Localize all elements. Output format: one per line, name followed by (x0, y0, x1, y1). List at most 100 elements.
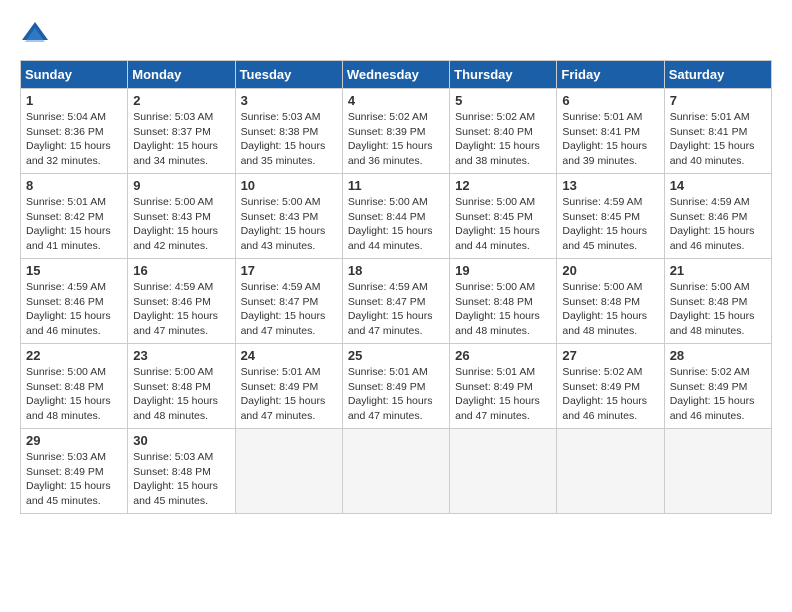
day-number: 12 (455, 178, 551, 193)
calendar-cell: 25 Sunrise: 5:01 AMSunset: 8:49 PMDaylig… (342, 344, 449, 429)
day-info: Sunrise: 5:00 AMSunset: 8:43 PMDaylight:… (241, 195, 337, 254)
calendar-cell: 24 Sunrise: 5:01 AMSunset: 8:49 PMDaylig… (235, 344, 342, 429)
week-row-3: 15 Sunrise: 4:59 AMSunset: 8:46 PMDaylig… (21, 259, 772, 344)
day-number: 25 (348, 348, 444, 363)
day-number: 28 (670, 348, 766, 363)
calendar-header-friday: Friday (557, 61, 664, 89)
calendar-header-wednesday: Wednesday (342, 61, 449, 89)
day-number: 4 (348, 93, 444, 108)
day-info: Sunrise: 4:59 AMSunset: 8:47 PMDaylight:… (241, 280, 337, 339)
calendar-cell: 16 Sunrise: 4:59 AMSunset: 8:46 PMDaylig… (128, 259, 235, 344)
day-info: Sunrise: 5:00 AMSunset: 8:48 PMDaylight:… (562, 280, 658, 339)
calendar-header-tuesday: Tuesday (235, 61, 342, 89)
week-row-4: 22 Sunrise: 5:00 AMSunset: 8:48 PMDaylig… (21, 344, 772, 429)
day-number: 29 (26, 433, 122, 448)
day-info: Sunrise: 5:02 AMSunset: 8:49 PMDaylight:… (670, 365, 766, 424)
day-info: Sunrise: 5:01 AMSunset: 8:41 PMDaylight:… (670, 110, 766, 169)
calendar-cell: 19 Sunrise: 5:00 AMSunset: 8:48 PMDaylig… (450, 259, 557, 344)
day-number: 2 (133, 93, 229, 108)
calendar: SundayMondayTuesdayWednesdayThursdayFrid… (20, 60, 772, 514)
day-number: 16 (133, 263, 229, 278)
calendar-cell: 18 Sunrise: 4:59 AMSunset: 8:47 PMDaylig… (342, 259, 449, 344)
day-info: Sunrise: 4:59 AMSunset: 8:47 PMDaylight:… (348, 280, 444, 339)
day-number: 18 (348, 263, 444, 278)
day-number: 6 (562, 93, 658, 108)
day-info: Sunrise: 5:03 AMSunset: 8:48 PMDaylight:… (133, 450, 229, 509)
calendar-header-thursday: Thursday (450, 61, 557, 89)
day-number: 1 (26, 93, 122, 108)
day-info: Sunrise: 5:00 AMSunset: 8:44 PMDaylight:… (348, 195, 444, 254)
day-info: Sunrise: 5:01 AMSunset: 8:49 PMDaylight:… (348, 365, 444, 424)
calendar-cell: 10 Sunrise: 5:00 AMSunset: 8:43 PMDaylig… (235, 174, 342, 259)
day-info: Sunrise: 5:03 AMSunset: 8:37 PMDaylight:… (133, 110, 229, 169)
day-info: Sunrise: 5:00 AMSunset: 8:48 PMDaylight:… (133, 365, 229, 424)
day-number: 5 (455, 93, 551, 108)
day-number: 24 (241, 348, 337, 363)
day-info: Sunrise: 5:04 AMSunset: 8:36 PMDaylight:… (26, 110, 122, 169)
calendar-cell (235, 429, 342, 514)
day-number: 9 (133, 178, 229, 193)
day-info: Sunrise: 4:59 AMSunset: 8:46 PMDaylight:… (670, 195, 766, 254)
week-row-1: 1 Sunrise: 5:04 AMSunset: 8:36 PMDayligh… (21, 89, 772, 174)
calendar-cell: 22 Sunrise: 5:00 AMSunset: 8:48 PMDaylig… (21, 344, 128, 429)
day-number: 3 (241, 93, 337, 108)
day-info: Sunrise: 5:03 AMSunset: 8:49 PMDaylight:… (26, 450, 122, 509)
day-info: Sunrise: 5:02 AMSunset: 8:49 PMDaylight:… (562, 365, 658, 424)
day-number: 13 (562, 178, 658, 193)
calendar-cell: 17 Sunrise: 4:59 AMSunset: 8:47 PMDaylig… (235, 259, 342, 344)
calendar-cell: 7 Sunrise: 5:01 AMSunset: 8:41 PMDayligh… (664, 89, 771, 174)
calendar-cell: 1 Sunrise: 5:04 AMSunset: 8:36 PMDayligh… (21, 89, 128, 174)
calendar-cell (557, 429, 664, 514)
calendar-header-monday: Monday (128, 61, 235, 89)
day-number: 7 (670, 93, 766, 108)
day-number: 30 (133, 433, 229, 448)
day-info: Sunrise: 5:00 AMSunset: 8:48 PMDaylight:… (455, 280, 551, 339)
day-info: Sunrise: 5:02 AMSunset: 8:39 PMDaylight:… (348, 110, 444, 169)
calendar-cell: 20 Sunrise: 5:00 AMSunset: 8:48 PMDaylig… (557, 259, 664, 344)
calendar-cell: 9 Sunrise: 5:00 AMSunset: 8:43 PMDayligh… (128, 174, 235, 259)
calendar-cell: 14 Sunrise: 4:59 AMSunset: 8:46 PMDaylig… (664, 174, 771, 259)
week-row-2: 8 Sunrise: 5:01 AMSunset: 8:42 PMDayligh… (21, 174, 772, 259)
calendar-cell: 13 Sunrise: 4:59 AMSunset: 8:45 PMDaylig… (557, 174, 664, 259)
calendar-cell: 15 Sunrise: 4:59 AMSunset: 8:46 PMDaylig… (21, 259, 128, 344)
calendar-cell: 28 Sunrise: 5:02 AMSunset: 8:49 PMDaylig… (664, 344, 771, 429)
calendar-cell: 27 Sunrise: 5:02 AMSunset: 8:49 PMDaylig… (557, 344, 664, 429)
calendar-cell: 23 Sunrise: 5:00 AMSunset: 8:48 PMDaylig… (128, 344, 235, 429)
logo (20, 20, 54, 50)
day-info: Sunrise: 5:01 AMSunset: 8:49 PMDaylight:… (241, 365, 337, 424)
week-row-5: 29 Sunrise: 5:03 AMSunset: 8:49 PMDaylig… (21, 429, 772, 514)
day-number: 27 (562, 348, 658, 363)
calendar-cell: 2 Sunrise: 5:03 AMSunset: 8:37 PMDayligh… (128, 89, 235, 174)
day-info: Sunrise: 4:59 AMSunset: 8:46 PMDaylight:… (26, 280, 122, 339)
calendar-cell: 30 Sunrise: 5:03 AMSunset: 8:48 PMDaylig… (128, 429, 235, 514)
day-info: Sunrise: 5:01 AMSunset: 8:41 PMDaylight:… (562, 110, 658, 169)
day-number: 26 (455, 348, 551, 363)
day-number: 19 (455, 263, 551, 278)
calendar-header-sunday: Sunday (21, 61, 128, 89)
calendar-cell: 5 Sunrise: 5:02 AMSunset: 8:40 PMDayligh… (450, 89, 557, 174)
day-number: 10 (241, 178, 337, 193)
calendar-cell (342, 429, 449, 514)
calendar-cell: 26 Sunrise: 5:01 AMSunset: 8:49 PMDaylig… (450, 344, 557, 429)
day-number: 21 (670, 263, 766, 278)
day-info: Sunrise: 5:01 AMSunset: 8:49 PMDaylight:… (455, 365, 551, 424)
calendar-cell: 3 Sunrise: 5:03 AMSunset: 8:38 PMDayligh… (235, 89, 342, 174)
day-number: 17 (241, 263, 337, 278)
calendar-cell: 12 Sunrise: 5:00 AMSunset: 8:45 PMDaylig… (450, 174, 557, 259)
day-number: 15 (26, 263, 122, 278)
day-number: 23 (133, 348, 229, 363)
calendar-cell: 8 Sunrise: 5:01 AMSunset: 8:42 PMDayligh… (21, 174, 128, 259)
calendar-header-saturday: Saturday (664, 61, 771, 89)
day-info: Sunrise: 5:00 AMSunset: 8:48 PMDaylight:… (26, 365, 122, 424)
logo-icon (20, 20, 50, 50)
day-info: Sunrise: 5:02 AMSunset: 8:40 PMDaylight:… (455, 110, 551, 169)
day-info: Sunrise: 5:00 AMSunset: 8:45 PMDaylight:… (455, 195, 551, 254)
day-info: Sunrise: 5:03 AMSunset: 8:38 PMDaylight:… (241, 110, 337, 169)
day-number: 20 (562, 263, 658, 278)
day-info: Sunrise: 5:01 AMSunset: 8:42 PMDaylight:… (26, 195, 122, 254)
day-info: Sunrise: 4:59 AMSunset: 8:45 PMDaylight:… (562, 195, 658, 254)
day-number: 8 (26, 178, 122, 193)
calendar-cell: 6 Sunrise: 5:01 AMSunset: 8:41 PMDayligh… (557, 89, 664, 174)
calendar-cell: 11 Sunrise: 5:00 AMSunset: 8:44 PMDaylig… (342, 174, 449, 259)
calendar-cell (664, 429, 771, 514)
